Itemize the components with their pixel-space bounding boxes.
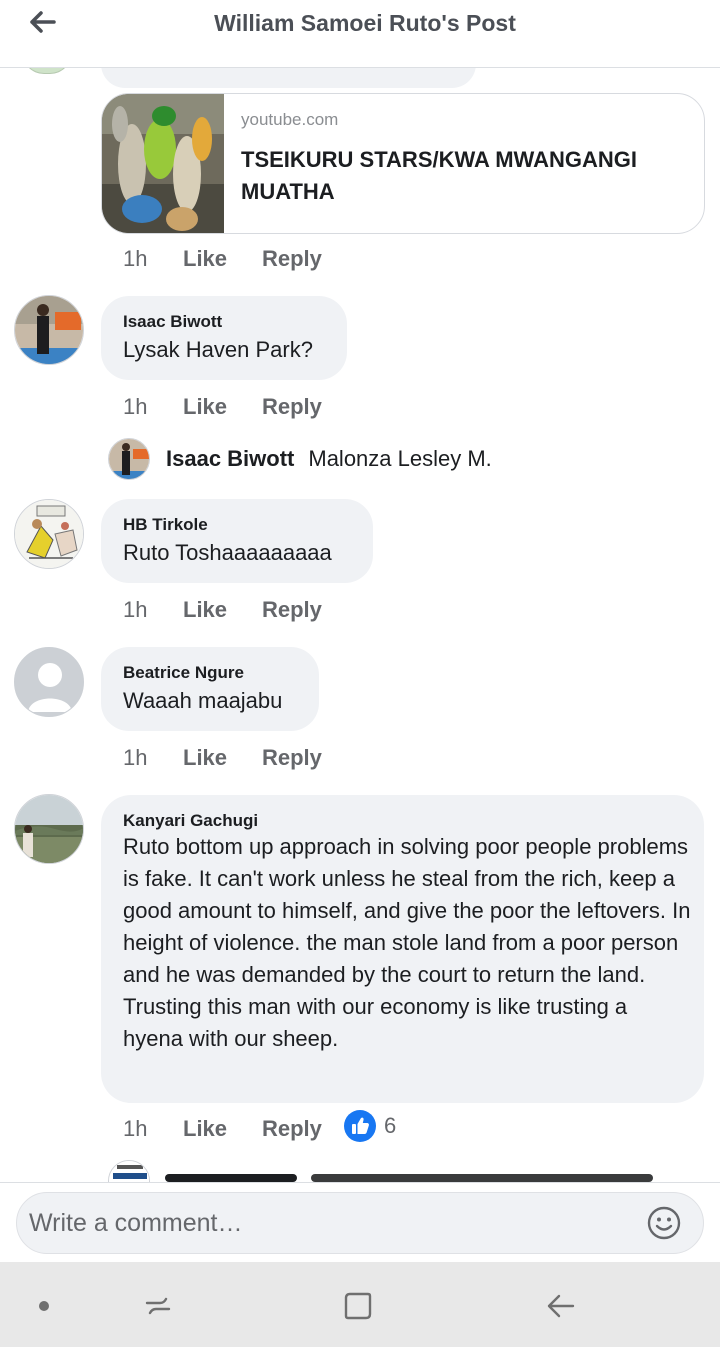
- video-thumbnail: [102, 94, 224, 233]
- reply-button[interactable]: Reply: [262, 745, 322, 771]
- like-button[interactable]: Like: [183, 597, 262, 623]
- reply-text: Malonza Lesley M.: [308, 446, 492, 471]
- thumbs-up-icon: [344, 1110, 376, 1142]
- comment-actions: 1h Like Reply: [123, 244, 322, 274]
- reply-preview[interactable]: Isaac Biwott Malonza Lesley M.: [108, 438, 492, 480]
- avatar[interactable]: [14, 794, 84, 864]
- system-nav-bar: [0, 1262, 720, 1347]
- comment-bubble: HB Tirkole Ruto Toshaaaaaaaaa: [101, 499, 373, 583]
- comment-time: 1h: [123, 1116, 148, 1141]
- avatar[interactable]: [14, 295, 84, 365]
- comment-bubble: Kanyari Gachugi Ruto bottom up approach …: [101, 795, 704, 1103]
- reaction-summary[interactable]: 6: [344, 1110, 396, 1142]
- comment-actions: 1h Like Reply: [123, 392, 322, 422]
- comment-actions: 1h Like Reply: [123, 1114, 322, 1144]
- recents-icon[interactable]: [138, 1286, 178, 1326]
- comment-time: 1h: [123, 597, 148, 622]
- like-button[interactable]: Like: [183, 394, 262, 420]
- partial-text-fragments: [165, 1172, 655, 1182]
- reaction-count: 6: [384, 1113, 397, 1138]
- comment-text: Lysak Haven Park?: [123, 337, 313, 362]
- reply-button[interactable]: Reply: [262, 1116, 322, 1142]
- reply-button[interactable]: Reply: [262, 597, 322, 623]
- reply-button[interactable]: Reply: [262, 394, 322, 420]
- reply-author[interactable]: Isaac Biwott: [166, 446, 294, 472]
- comment-author[interactable]: Isaac Biwott: [123, 312, 222, 332]
- comment-time: 1h: [123, 246, 148, 271]
- comment-text: Waaah maajabu: [123, 688, 283, 713]
- smiley-icon[interactable]: [647, 1206, 681, 1240]
- default-avatar-icon[interactable]: [14, 647, 84, 717]
- comment-text: Ruto Toshaaaaaaaaa: [123, 540, 332, 565]
- avatar[interactable]: [14, 499, 84, 569]
- comment-text: Ruto bottom up approach in solving poor …: [123, 834, 691, 1051]
- app-header: William Samoei Ruto's Post: [0, 0, 720, 68]
- comment-actions: 1h Like Reply: [123, 743, 322, 773]
- comment-bubble: Isaac Biwott Lysak Haven Park?: [101, 296, 347, 380]
- comment-time: 1h: [123, 394, 148, 419]
- dot-icon[interactable]: [24, 1286, 64, 1326]
- home-square-icon[interactable]: [338, 1286, 378, 1326]
- avatar-partial: [108, 1160, 150, 1182]
- comment-composer-bar: [0, 1182, 720, 1262]
- reply-avatar: [108, 438, 150, 480]
- comments-feed[interactable]: youtube.com TSEIKURU STARS/KWA MWANGANGI…: [0, 0, 720, 1182]
- comment-author[interactable]: HB Tirkole: [123, 515, 208, 535]
- comment-author[interactable]: Beatrice Ngure: [123, 663, 244, 683]
- link-domain: youtube.com: [241, 110, 339, 129]
- comment-composer[interactable]: [16, 1192, 704, 1254]
- like-button[interactable]: Like: [183, 1116, 262, 1142]
- comment-author[interactable]: Kanyari Gachugi: [123, 811, 258, 831]
- comment-input[interactable]: [29, 1193, 629, 1253]
- back-icon[interactable]: [540, 1286, 580, 1326]
- like-button[interactable]: Like: [183, 745, 262, 771]
- reply-button[interactable]: Reply: [262, 246, 322, 272]
- like-button[interactable]: Like: [183, 246, 262, 272]
- comment-bubble: Beatrice Ngure Waaah maajabu: [101, 647, 319, 731]
- link-preview-card[interactable]: youtube.com TSEIKURU STARS/KWA MWANGANGI…: [101, 93, 705, 234]
- comment-time: 1h: [123, 745, 148, 770]
- comment-actions: 1h Like Reply: [123, 595, 322, 625]
- link-title[interactable]: TSEIKURU STARS/KWA MWANGANGI MUATHA: [241, 144, 681, 208]
- page-title: William Samoei Ruto's Post: [214, 10, 516, 36]
